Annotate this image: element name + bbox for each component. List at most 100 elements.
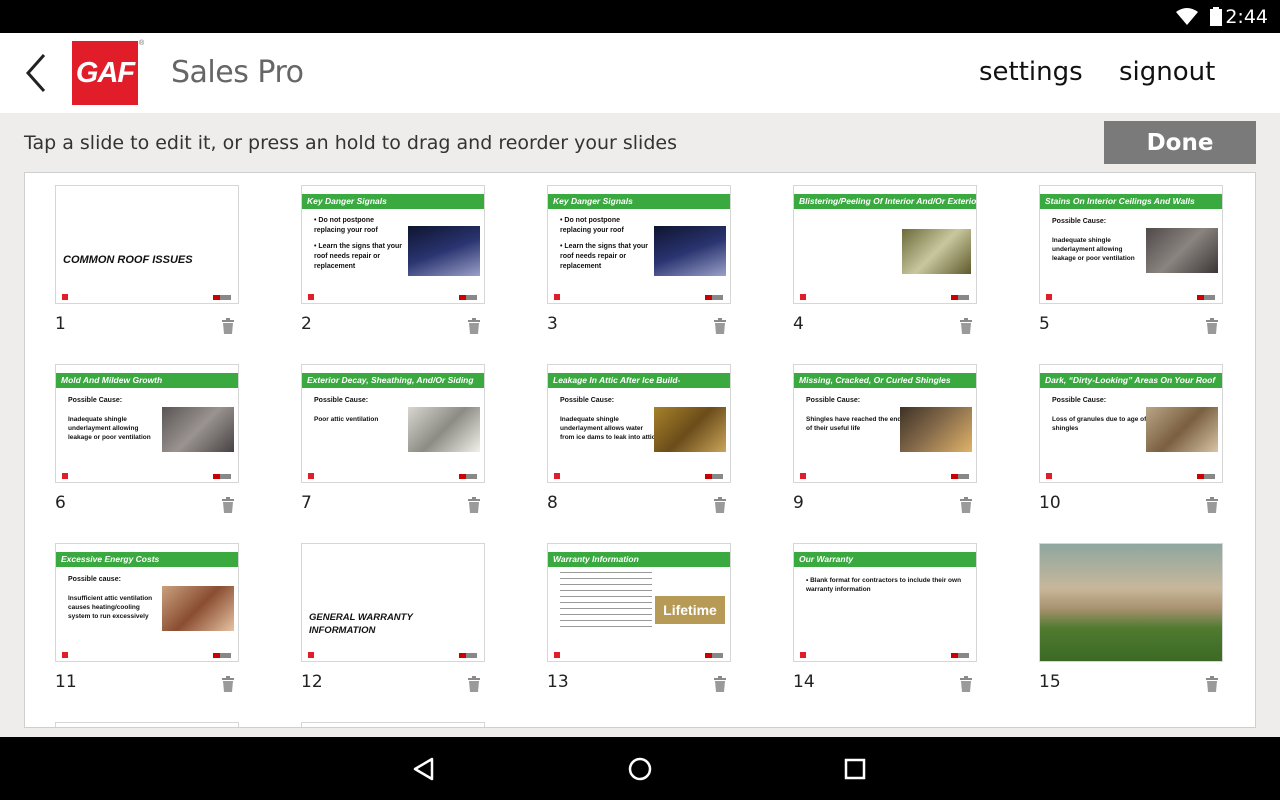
slide-thumbnail[interactable]: Stains On Interior Ceilings And Walls Pos…: [1039, 185, 1223, 304]
trash-icon[interactable]: [713, 676, 727, 692]
slide-image: [408, 226, 480, 276]
slide-text: Inadequate shingle underlayment allows w…: [560, 416, 656, 441]
trash-icon[interactable]: [1205, 497, 1219, 513]
trash-icon[interactable]: [467, 676, 481, 692]
slide-thumbnail[interactable]: Exterior Decay, Sheathing, And/Or Siding…: [301, 364, 485, 483]
slide-footer-logo: [308, 473, 314, 479]
slide-cause-label: Possible Cause:: [560, 397, 615, 404]
slide-image: [162, 586, 234, 631]
slide-bullets: • Do not postpone replacing your roof • L…: [560, 216, 652, 272]
slide-image: [902, 229, 971, 274]
slide-number: 4: [793, 314, 804, 334]
back-arrow-icon[interactable]: [20, 51, 56, 95]
slide-header: Excessive Energy Costs: [56, 552, 238, 567]
slide-footer-brand: [1197, 474, 1215, 479]
slide-footer-brand: [213, 474, 231, 479]
wifi-icon: [1176, 8, 1198, 25]
slide-thumbnail[interactable]: [301, 722, 485, 727]
trash-icon[interactable]: [467, 318, 481, 334]
app-title: Sales Pro: [171, 55, 304, 90]
trash-icon[interactable]: [221, 676, 235, 692]
slide-cell: Missing, Cracked, Or Curled Shingles Poss…: [787, 352, 987, 522]
slide-number: 2: [301, 314, 312, 334]
gaf-logo: GAF: [72, 41, 138, 105]
lifetime-badge: Lifetime: [655, 596, 725, 624]
slide-title: COMMON ROOF ISSUES: [63, 254, 193, 266]
trash-icon[interactable]: [959, 318, 973, 334]
slide-thumbnail[interactable]: Excessive Energy Costs Possible cause: Ins…: [55, 543, 239, 662]
slide-header: Warranty Information: [548, 552, 730, 567]
slide-number: 7: [301, 493, 312, 513]
settings-link[interactable]: settings: [979, 57, 1083, 87]
app-bar: GAF ® Sales Pro settings signout: [0, 33, 1280, 113]
slide-footer-brand: [705, 474, 723, 479]
nav-home-icon[interactable]: [624, 753, 656, 785]
slide-footer-brand: [459, 653, 477, 658]
slide-cause-label: Possible Cause:: [1052, 397, 1107, 404]
slide-cause-label: Possible Cause:: [68, 397, 123, 404]
slide-cell: Leakage In Attic After Ice Build- Possibl…: [541, 352, 741, 522]
nav-back-icon[interactable]: [408, 753, 440, 785]
slide-thumbnail[interactable]: Our Warranty • Blank format for contracto…: [793, 543, 977, 662]
trash-icon[interactable]: [1205, 318, 1219, 334]
slide-footer-brand: [459, 474, 477, 479]
slide-text: Loss of granules due to age of shingles: [1052, 416, 1147, 432]
slide-text: Poor attic ventilation: [314, 416, 379, 423]
trash-icon[interactable]: [959, 676, 973, 692]
slide-header: Key Danger Signals: [548, 194, 730, 209]
slide-thumbnail[interactable]: Key Danger Signals • Do not postpone repl…: [547, 185, 731, 304]
slide-text: [560, 572, 652, 630]
slide-grid-panel[interactable]: COMMON ROOF ISSUES 1 Key Danger Signals • D…: [24, 172, 1256, 728]
trash-icon[interactable]: [221, 318, 235, 334]
slide-cell: Key Danger Signals • Do not postpone repl…: [541, 173, 741, 343]
slide-cell: Key Danger Signals • Do not postpone repl…: [295, 173, 495, 343]
slide-thumbnail[interactable]: Dark, “Dirty-Looking” Areas On Your Roof…: [1039, 364, 1223, 483]
slide-header: Key Danger Signals: [302, 194, 484, 209]
slide-footer-logo: [554, 652, 560, 658]
slide-thumbnail[interactable]: Warranty Information Lifetime: [547, 543, 731, 662]
trash-icon[interactable]: [221, 497, 235, 513]
slide-footer-logo: [1046, 473, 1052, 479]
slide-cell: Dark, “Dirty-Looking” Areas On Your Roof…: [1033, 352, 1233, 522]
slide-footer-logo: [800, 294, 806, 300]
status-bar: 2:44: [0, 0, 1280, 33]
signout-link[interactable]: signout: [1119, 57, 1215, 87]
trash-icon[interactable]: [713, 497, 727, 513]
slide-footer-brand: [705, 295, 723, 300]
slide-title: GENERAL WARRANTY INFORMATION: [309, 612, 413, 636]
slide-header: Stains On Interior Ceilings And Walls: [1040, 194, 1222, 209]
slide-cell: Blistering/Peeling Of Interior And/Or Ex…: [787, 173, 987, 343]
slide-footer-logo: [308, 294, 314, 300]
slide-number: 6: [55, 493, 66, 513]
slide-thumbnail[interactable]: Blistering/Peeling Of Interior And/Or Ex…: [793, 185, 977, 304]
slide-header: Blistering/Peeling Of Interior And/Or Ex…: [794, 194, 976, 209]
slide-footer-logo: [800, 652, 806, 658]
slide-number: 1: [55, 314, 66, 334]
done-button[interactable]: Done: [1104, 121, 1256, 164]
slide-image: [900, 407, 972, 452]
slide-number: 11: [55, 672, 77, 692]
slide-cell: Exterior Decay, Sheathing, And/Or Siding…: [295, 352, 495, 522]
trash-icon[interactable]: [1205, 676, 1219, 692]
slide-cell: Warranty Information Lifetime 13: [541, 531, 741, 701]
slide-number: 3: [547, 314, 558, 334]
trash-icon[interactable]: [959, 497, 973, 513]
slide-footer-logo: [800, 473, 806, 479]
slide-thumbnail[interactable]: [55, 722, 239, 727]
slide-image: [654, 407, 726, 452]
slide-thumbnail[interactable]: Mold And Mildew Growth Possible Cause: Ina…: [55, 364, 239, 483]
slide-image: [1146, 407, 1218, 452]
slide-header: Missing, Cracked, Or Curled Shingles: [794, 373, 976, 388]
slide-thumbnail[interactable]: Leakage In Attic After Ice Build- Possibl…: [547, 364, 731, 483]
slide-number: 5: [1039, 314, 1050, 334]
slide-image: [408, 407, 480, 452]
slide-thumbnail[interactable]: Key Danger Signals • Do not postpone repl…: [301, 185, 485, 304]
slide-thumbnail[interactable]: GENERAL WARRANTY INFORMATION: [301, 543, 485, 662]
slide-thumbnail[interactable]: Missing, Cracked, Or Curled Shingles Poss…: [793, 364, 977, 483]
slide-thumbnail[interactable]: COMMON ROOF ISSUES: [55, 185, 239, 304]
slide-thumbnail[interactable]: [1039, 543, 1223, 662]
nav-recents-icon[interactable]: [839, 753, 871, 785]
registered-mark-icon: ®: [139, 40, 145, 47]
trash-icon[interactable]: [713, 318, 727, 334]
trash-icon[interactable]: [467, 497, 481, 513]
